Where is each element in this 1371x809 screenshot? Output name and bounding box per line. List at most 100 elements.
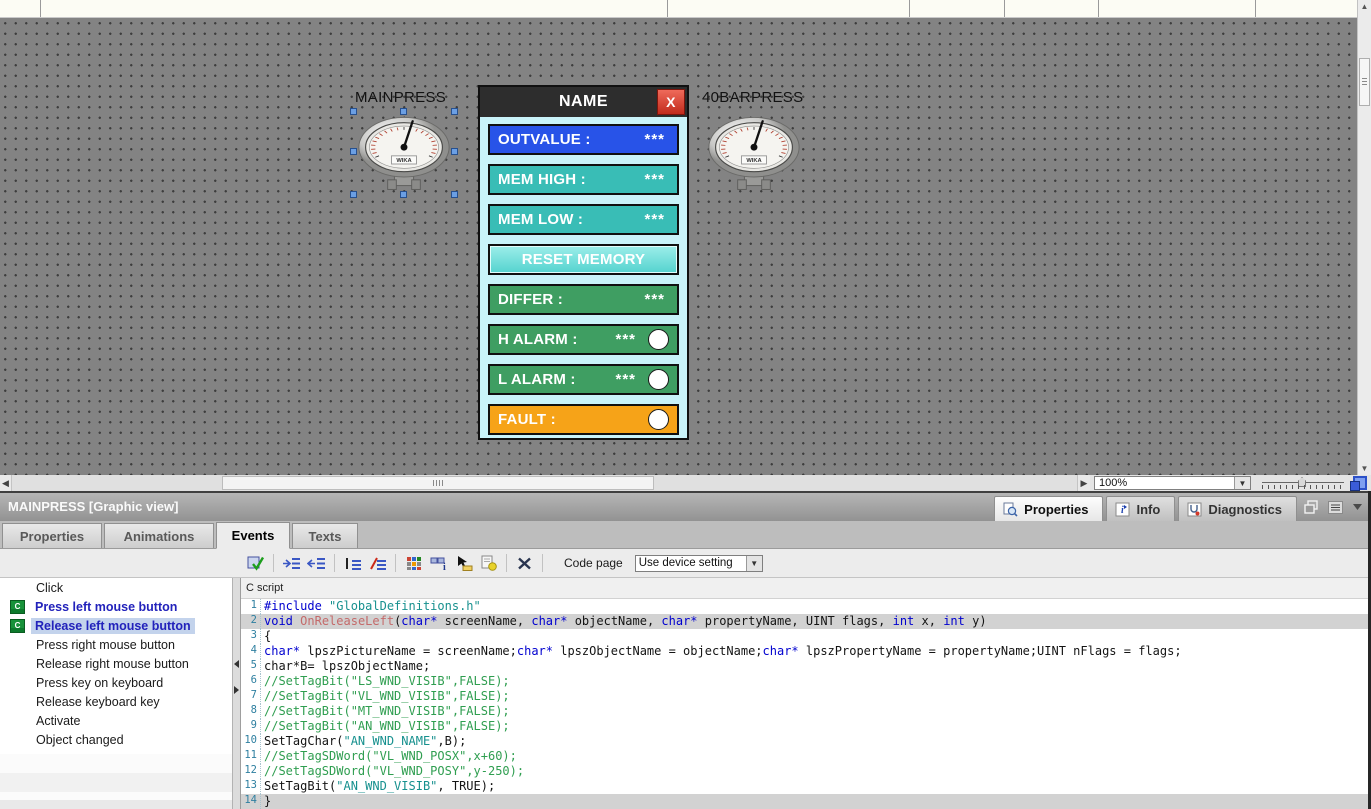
scroll-down-icon[interactable]: ▼ [1358,462,1371,475]
tab-properties[interactable]: Properties [994,496,1103,521]
scroll-right-icon[interactable]: ▶ [1077,475,1090,491]
canvas-horizontal-scrollbar[interactable] [12,475,1077,491]
overview-icon[interactable] [1351,475,1368,491]
selection-handle[interactable] [350,191,357,198]
panel-menu-icon[interactable] [1328,501,1343,514]
special-characters-icon[interactable] [401,552,426,574]
code-text: //SetTagSDWord("VL_WND_POSY",y-250); [264,764,524,779]
indent-left-icon[interactable] [304,552,329,574]
script-editor[interactable]: C script 1#include "GlobalDefinitions.h"… [241,578,1368,809]
event-item-press-left-mouse-button[interactable]: CPress left mouse button [0,597,232,616]
faceplate-window[interactable]: NAME X OUTVALUE :*** MEM HIGH :*** MEM LOW… [478,85,689,440]
faceplate-row-mem-high[interactable]: MEM HIGH :*** [488,164,679,195]
pointer-insert-icon[interactable] [451,552,476,574]
inspector-title: MAINPRESS [Graphic view] [8,499,178,514]
pane-splitter[interactable] [232,578,241,809]
collapse-left-icon[interactable] [234,660,239,668]
event-item-release-right-mouse-button[interactable]: Release right mouse button [0,654,232,673]
ruler-tick [1098,0,1099,17]
svg-text:WIKA: WIKA [396,158,411,164]
tab-texts[interactable]: Texts [292,523,358,548]
code-text: //SetTagBit("LS_WND_VISIB",FALSE); [264,674,510,689]
event-item-activate[interactable]: Activate [0,711,232,730]
selection-handle[interactable] [350,108,357,115]
faceplate-row-reset-memory[interactable]: RESET MEMORY [488,244,679,275]
event-item-release-left-mouse-button[interactable]: CRelease left mouse button [0,616,232,635]
chevron-down-icon[interactable]: ▼ [1234,477,1250,489]
event-item-click[interactable]: Click [0,578,232,597]
vertical-scroll-thumb[interactable] [1359,58,1370,106]
collapse-right-icon[interactable] [234,686,239,694]
zoom-slider-thumb[interactable] [1298,477,1306,487]
close-icon[interactable]: X [657,89,685,115]
scroll-left-icon[interactable]: ◀ [0,475,12,491]
faceplate-row-outvalue[interactable]: OUTVALUE :*** [488,124,679,155]
tab-diagnostics[interactable]: Diagnostics [1178,496,1297,521]
script-note-icon[interactable] [476,552,501,574]
canvas-vertical-scrollbar[interactable]: ▲ ▼ [1357,0,1371,475]
faceplate-row-label: RESET MEMORY [522,251,646,268]
event-item-label: Object changed [32,732,128,748]
horizontal-scroll-thumb[interactable] [222,476,654,490]
code-line-11[interactable]: 11//SetTagSDWord("VL_WND_POSX",x+60); [241,749,1368,764]
selection-handle[interactable] [451,191,458,198]
code-line-14[interactable]: 14} [241,794,1368,809]
faceplate-row-h-alarm[interactable]: H ALARM :*** [488,324,679,355]
code-line-7[interactable]: 7//SetTagBit("VL_WND_VISIB",FALSE); [241,689,1368,704]
code-line-5[interactable]: 5char*B= lpszObjectName; [241,659,1368,674]
validate-script-icon[interactable] [243,552,268,574]
code-line-3[interactable]: 3{ [241,629,1368,644]
delete-script-icon[interactable] [512,552,537,574]
event-item-object-changed[interactable]: Object changed [0,730,232,749]
code-line-1[interactable]: 1#include "GlobalDefinitions.h" [241,599,1368,614]
event-item-press-key-on-keyboard[interactable]: Press key on keyboard [0,673,232,692]
event-item-press-right-mouse-button[interactable]: Press right mouse button [0,635,232,654]
code-line-9[interactable]: 9//SetTagBit("AN_WND_VISIB",FALSE); [241,719,1368,734]
selection-handle[interactable] [400,191,407,198]
tab-properties-editor[interactable]: Properties [2,523,102,548]
selection-handle[interactable] [451,108,458,115]
selection-handle[interactable] [451,148,458,155]
code-line-4[interactable]: 4char* lpszPictureName = screenName;char… [241,644,1368,659]
graphic-canvas[interactable]: MAINPRESS WIKA 40BARPRESS WIKA NAME X OU… [0,18,1357,475]
faceplate-row-fault[interactable]: FAULT : [488,404,679,435]
line-number: 8 [241,704,261,719]
event-item-release-keyboard-key[interactable]: Release keyboard key [0,692,232,711]
line-number: 14 [241,794,261,809]
code-line-10[interactable]: 10SetTagChar("AN_WND_NAME",B); [241,734,1368,749]
indent-right-icon[interactable] [279,552,304,574]
line-number: 11 [241,749,261,764]
event-item-label: Press left mouse button [31,599,181,615]
zoom-select[interactable]: 100% ▼ [1094,476,1251,490]
faceplate-row-l-alarm[interactable]: L ALARM :*** [488,364,679,395]
event-list-scrollbar[interactable] [0,800,232,809]
faceplate-row-mem-low[interactable]: MEM LOW :*** [488,204,679,235]
delete-row-icon[interactable] [365,552,390,574]
chevron-down-icon[interactable]: ▼ [746,556,762,571]
code-line-12[interactable]: 12//SetTagSDWord("VL_WND_POSY",y-250); [241,764,1368,779]
code-line-13[interactable]: 13SetTagBit("AN_WND_VISIB", TRUE); [241,779,1368,794]
code-page-select[interactable]: Use device setting ▼ [635,555,763,572]
tab-animations[interactable]: Animations [104,523,214,548]
zoom-slider[interactable] [1262,477,1344,489]
event-item-label: Release keyboard key [32,694,164,710]
faceplate-row-value: *** [644,171,669,188]
code-line-2[interactable]: 2void OnReleaseLeft(char* screenName, ch… [241,614,1368,629]
selection-handle[interactable] [400,108,407,115]
scroll-up-icon[interactable]: ▲ [1358,0,1371,13]
collapse-panel-icon[interactable] [1352,503,1363,511]
tab-events[interactable]: Events [216,522,290,549]
code-line-8[interactable]: 8//SetTagBit("MT_WND_VISIB",FALSE); [241,704,1368,719]
restore-panel-icon[interactable] [1304,500,1319,514]
selection-handle[interactable] [350,148,357,155]
code-line-6[interactable]: 6//SetTagBit("LS_WND_VISIB",FALSE); [241,674,1368,689]
code-lines[interactable]: 1#include "GlobalDefinitions.h"2void OnR… [241,599,1368,809]
faceplate-titlebar[interactable]: NAME X [480,87,687,117]
gauge-40barpress[interactable]: WIKA [706,112,802,192]
tab-info[interactable]: i Info [1106,496,1175,521]
faceplate-row-value: *** [644,211,669,228]
object-info-icon[interactable]: i [426,552,451,574]
gauge-mainpress[interactable]: WIKA [356,112,452,192]
insert-row-icon[interactable] [340,552,365,574]
faceplate-row-differ[interactable]: DIFFER :*** [488,284,679,315]
